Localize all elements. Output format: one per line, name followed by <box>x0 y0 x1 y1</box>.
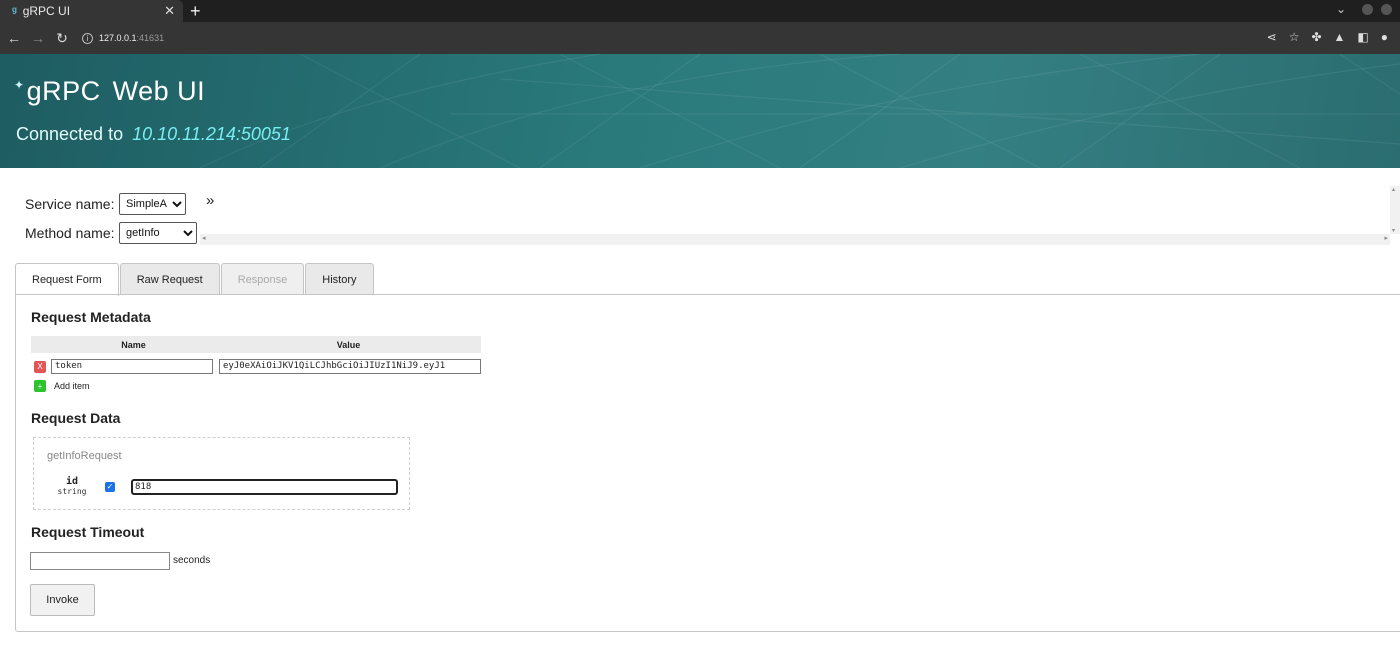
tab-history[interactable]: History <box>305 263 374 295</box>
grpc-logo-icon: ᵍ <box>12 4 17 18</box>
field-type: string <box>57 487 87 496</box>
brand-grpc: gRPC <box>26 76 101 106</box>
service-selector: Service name: SimpleApp » Method name: g… <box>0 168 1400 263</box>
request-tabs: Request Form Raw Request Response Histor… <box>15 263 375 296</box>
remove-row-button[interactable]: X <box>34 360 46 373</box>
brand-webui: Web UI <box>112 76 206 106</box>
metadata-col-value: Value <box>336 339 361 350</box>
chevron-down-icon[interactable]: ⌄ <box>1336 2 1346 16</box>
address-host: 127.0.0.1 <box>99 33 137 43</box>
connected-address: 10.10.11.214:50051 <box>132 124 291 144</box>
service-row: Service name: SimpleApp <box>25 193 186 215</box>
expand-button[interactable]: » <box>206 192 214 209</box>
reload-icon[interactable]: ↻ <box>50 30 74 47</box>
add-cell: + <box>31 380 51 392</box>
field-enabled-checkbox[interactable]: ✓ <box>105 482 115 492</box>
table-row: X token eyJ0eXAiOiJKV1QiLCJhbGciOiJIUzI1… <box>31 359 481 374</box>
address-port: :41631 <box>136 33 165 43</box>
sidepanel-icon[interactable]: ◧ <box>1357 30 1368 44</box>
close-window-button[interactable] <box>1381 3 1392 15</box>
message-name: getInfoRequest <box>47 450 122 462</box>
add-item-button[interactable]: + <box>34 380 46 392</box>
app-logo: ✦gRPC Web UI <box>14 76 206 107</box>
timeout-heading: Request Timeout <box>31 524 145 540</box>
horizontal-scrollbar[interactable]: ◂ ▸ <box>200 234 1390 245</box>
service-select[interactable]: SimpleApp <box>119 193 186 215</box>
tab-raw-request[interactable]: Raw Request <box>119 263 220 295</box>
add-item-label[interactable]: Add item <box>54 381 90 391</box>
header-banner: ✦gRPC Web UI Connected to 10.10.11.214:50… <box>0 54 1400 168</box>
browser-toolbar: ← → ↻ i 127.0.0.1:41631 ⋖ ☆ ✤ ▲ ◧ ● <box>0 22 1400 54</box>
metadata-heading: Request Metadata <box>31 309 151 325</box>
connection-status: Connected to 10.10.11.214:50051 <box>16 124 291 145</box>
info-icon[interactable]: i <box>82 32 93 44</box>
metadata-name-input[interactable]: token <box>51 359 213 374</box>
banner-pattern <box>199 54 1400 168</box>
sparkle-icon: ✦ <box>14 78 25 92</box>
timeout-input[interactable] <box>30 552 170 570</box>
request-message-box: getInfoRequest id string ✓ 818 <box>33 437 410 510</box>
address-bar[interactable]: i 127.0.0.1:41631 <box>82 32 165 44</box>
scroll-right-icon[interactable]: ▸ <box>1384 234 1388 242</box>
timeout-unit-label: seconds <box>173 555 211 566</box>
service-label: Service name: <box>25 196 115 212</box>
vertical-scrollbar[interactable]: ▴ ▾ <box>1390 186 1400 234</box>
scroll-left-icon[interactable]: ◂ <box>202 234 206 242</box>
invoke-button[interactable]: Invoke <box>30 584 95 616</box>
star-icon[interactable]: ☆ <box>1289 30 1300 44</box>
metadata-header-row: Name Value <box>31 336 481 353</box>
field-label: id string <box>47 476 97 496</box>
metadata-table: Name Value X token eyJ0eXAiOiJKV1QiLCJhb… <box>31 336 481 392</box>
browser-tab[interactable]: ᵍ gRPC UI ✕ <box>0 0 183 22</box>
scroll-up-icon[interactable]: ▴ <box>1392 186 1395 193</box>
method-select[interactable]: getInfo <box>119 222 197 244</box>
request-data-heading: Request Data <box>31 410 121 426</box>
tab-response: Response <box>220 263 305 295</box>
forward-icon[interactable]: → <box>26 30 50 46</box>
extensions-icon[interactable]: ✤ <box>1311 30 1321 44</box>
metadata-col-name: Name <box>121 339 146 350</box>
scroll-down-icon[interactable]: ▾ <box>1392 227 1395 234</box>
tab-request-form[interactable]: Request Form <box>15 263 119 296</box>
add-item-row: + Add item <box>31 380 481 392</box>
profile-icon[interactable]: ● <box>1381 30 1388 44</box>
browser-tab-title: gRPC UI <box>22 4 71 18</box>
metadata-value-input[interactable]: eyJ0eXAiOiJKV1QiLCJhbGciOiJIUzI1NiJ9.eyJ… <box>219 359 481 374</box>
method-label: Method name: <box>25 225 115 241</box>
close-icon[interactable]: ✕ <box>164 3 175 19</box>
browser-tab-bar: ᵍ gRPC UI ✕ + ⌄ <box>0 0 1400 22</box>
remove-cell: X <box>31 360 51 373</box>
metadata-header-spacer <box>31 336 51 353</box>
share-icon[interactable]: ⋖ <box>1267 30 1277 44</box>
id-input[interactable]: 818 <box>131 479 398 495</box>
labs-icon[interactable]: ▲ <box>1334 30 1346 44</box>
minimize-button[interactable] <box>1362 3 1373 15</box>
connected-label: Connected to <box>16 124 124 144</box>
window-controls: ⌄ <box>1336 2 1392 16</box>
method-row: Method name: getInfo <box>25 222 197 244</box>
field-name: id <box>65 476 79 487</box>
new-tab-icon[interactable]: + <box>190 1 201 22</box>
toolbar-actions: ⋖ ☆ ✤ ▲ ◧ ● <box>1267 30 1388 44</box>
back-icon[interactable]: ← <box>2 30 26 46</box>
